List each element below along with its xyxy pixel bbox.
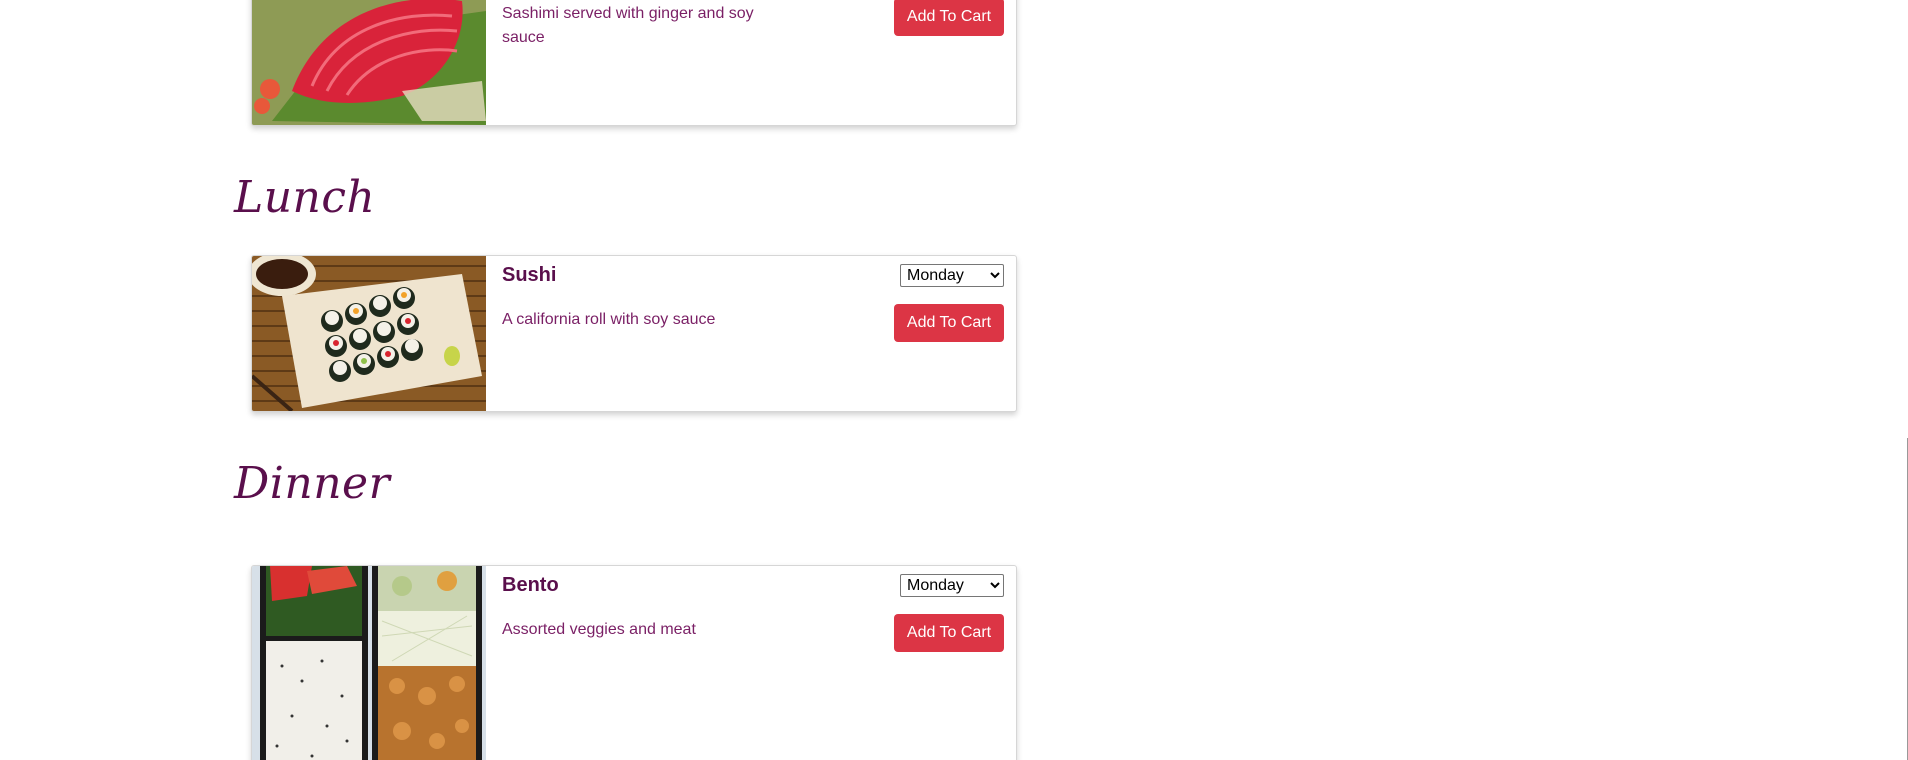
sushi-day-select[interactable]: Monday (900, 264, 1004, 287)
sushi-description: A california roll with soy sauce (502, 311, 716, 328)
menu-card-bento: Bento Assorted veggies and meat Monday A… (251, 565, 1017, 760)
bento-description: Assorted veggies and meat (502, 621, 696, 638)
bento-add-to-cart-button[interactable]: Add To Cart (894, 614, 1004, 652)
sushi-title: Sushi (502, 264, 557, 286)
sashimi-image (252, 0, 486, 125)
bento-title: Bento (502, 574, 559, 596)
bento-day-select[interactable]: Monday (900, 574, 1004, 597)
menu-page: Sashimi served with ginger and soy sauce… (0, 0, 1908, 760)
sushi-add-to-cart-button[interactable]: Add To Cart (894, 304, 1004, 342)
sushi-image (252, 256, 486, 411)
sashimi-add-to-cart-button[interactable]: Add To Cart (894, 0, 1004, 36)
menu-card-sushi: Sushi A california roll with soy sauce M… (251, 255, 1017, 412)
menu-card-sashimi: Sashimi served with ginger and soy sauce… (251, 0, 1017, 126)
bento-image (252, 566, 486, 760)
sashimi-description: Sashimi served with ginger and soy sauce (502, 5, 754, 46)
lunch-heading: Lunch (234, 172, 376, 223)
dinner-heading: Dinner (234, 458, 391, 509)
